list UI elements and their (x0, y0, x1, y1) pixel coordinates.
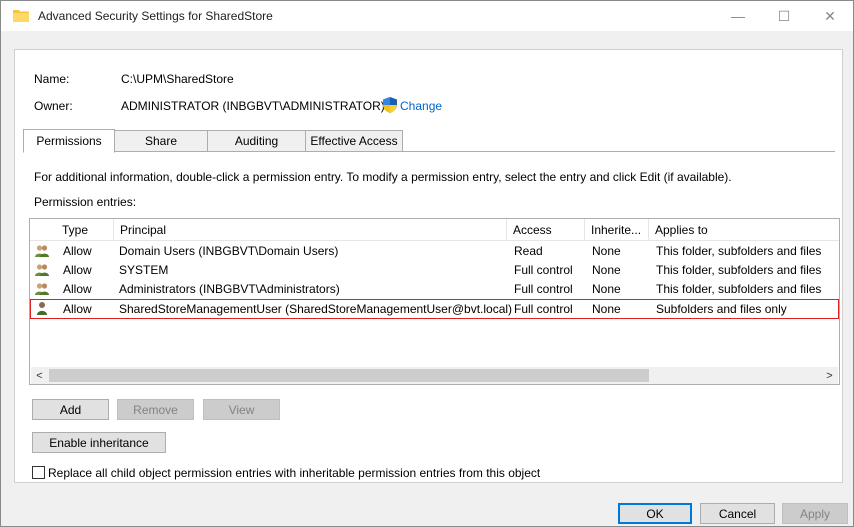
name-label: Name: (34, 72, 70, 86)
group-users-icon (35, 264, 49, 276)
add-button[interactable]: Add (32, 399, 109, 420)
entry-applies-to: Subfolders and files only (656, 302, 787, 316)
horizontal-scrollbar[interactable]: < > (31, 367, 838, 384)
entry-principal: SharedStoreManagementUser (SharedStoreMa… (119, 302, 513, 316)
window-title: Advanced Security Settings for SharedSto… (38, 9, 273, 23)
tab-auditing[interactable]: Auditing (207, 130, 306, 152)
single-user-icon (37, 302, 47, 315)
entry-applies-to: This folder, subfolders and files (656, 244, 822, 258)
entry-principal: Domain Users (INBGBVT\Domain Users) (119, 244, 339, 258)
close-button[interactable]: ✕ (807, 1, 853, 31)
group-users-icon (35, 283, 49, 295)
advanced-security-dialog: Advanced Security Settings for SharedSto… (0, 0, 854, 527)
instructions-text: For additional information, double-click… (34, 170, 732, 184)
uac-shield-icon (383, 97, 397, 113)
ok-button[interactable]: OK (618, 503, 692, 524)
entry-access: Full control (514, 302, 573, 316)
entry-access: Full control (514, 263, 573, 277)
entry-principal: Administrators (INBGBVT\Administrators) (119, 282, 340, 296)
permission-entries-list[interactable]: Type Principal Access Inherite... Applie… (29, 218, 840, 385)
replace-child-permissions-label: Replace all child object permission entr… (48, 466, 541, 480)
apply-button[interactable]: Apply (782, 503, 848, 524)
enable-inheritance-button[interactable]: Enable inheritance (32, 432, 166, 453)
tab-share[interactable]: Share (114, 130, 208, 152)
list-header: Type Principal Access Inherite... Applie… (30, 219, 839, 241)
table-row-highlighted[interactable]: Allow SharedStoreManagementUser (SharedS… (30, 299, 839, 319)
entry-inherited: None (592, 263, 621, 277)
scroll-right-arrow[interactable]: > (821, 367, 838, 384)
entry-type: Allow (63, 302, 92, 316)
tab-permissions[interactable]: Permissions (23, 129, 115, 153)
view-button[interactable]: View (203, 399, 280, 420)
column-header-principal[interactable]: Principal (114, 219, 507, 241)
column-header-type[interactable]: Type (56, 219, 114, 241)
column-header-inherited[interactable]: Inherite... (585, 219, 649, 241)
entry-access: Full control (514, 282, 573, 296)
table-row[interactable]: Allow Domain Users (INBGBVT\Domain Users… (30, 243, 839, 260)
permission-entries-label: Permission entries: (34, 195, 137, 209)
scroll-left-arrow[interactable]: < (31, 367, 48, 384)
tab-effective-access[interactable]: Effective Access (305, 130, 403, 152)
cancel-button[interactable]: Cancel (700, 503, 775, 524)
entry-type: Allow (63, 282, 92, 296)
remove-button[interactable]: Remove (117, 399, 194, 420)
column-header-access[interactable]: Access (507, 219, 585, 241)
scroll-thumb[interactable] (49, 369, 649, 382)
entry-inherited: None (592, 244, 621, 258)
entry-principal: SYSTEM (119, 263, 169, 277)
group-users-icon (35, 245, 49, 257)
name-value: C:\UPM\SharedStore (121, 72, 234, 86)
owner-label: Owner: (34, 99, 73, 113)
folder-icon (13, 10, 29, 22)
entry-type: Allow (63, 244, 92, 258)
entry-access: Read (514, 244, 543, 258)
entry-type: Allow (63, 263, 92, 277)
entry-inherited: None (592, 302, 621, 316)
owner-value: ADMINISTRATOR (INBGBVT\ADMINISTRATOR) (121, 99, 385, 113)
column-header-applies-to[interactable]: Applies to (649, 219, 839, 241)
change-owner-link[interactable]: Change (400, 99, 442, 113)
title-bar[interactable]: Advanced Security Settings for SharedSto… (1, 1, 853, 31)
minimize-button[interactable]: — (715, 1, 761, 31)
table-row[interactable]: Allow Administrators (INBGBVT\Administra… (30, 281, 839, 298)
table-row[interactable]: Allow SYSTEM Full control None This fold… (30, 262, 839, 279)
entry-inherited: None (592, 282, 621, 296)
maximize-button[interactable]: ☐ (761, 1, 807, 31)
replace-child-permissions-checkbox[interactable] (32, 466, 45, 479)
entry-applies-to: This folder, subfolders and files (656, 263, 822, 277)
entry-applies-to: This folder, subfolders and files (656, 282, 822, 296)
